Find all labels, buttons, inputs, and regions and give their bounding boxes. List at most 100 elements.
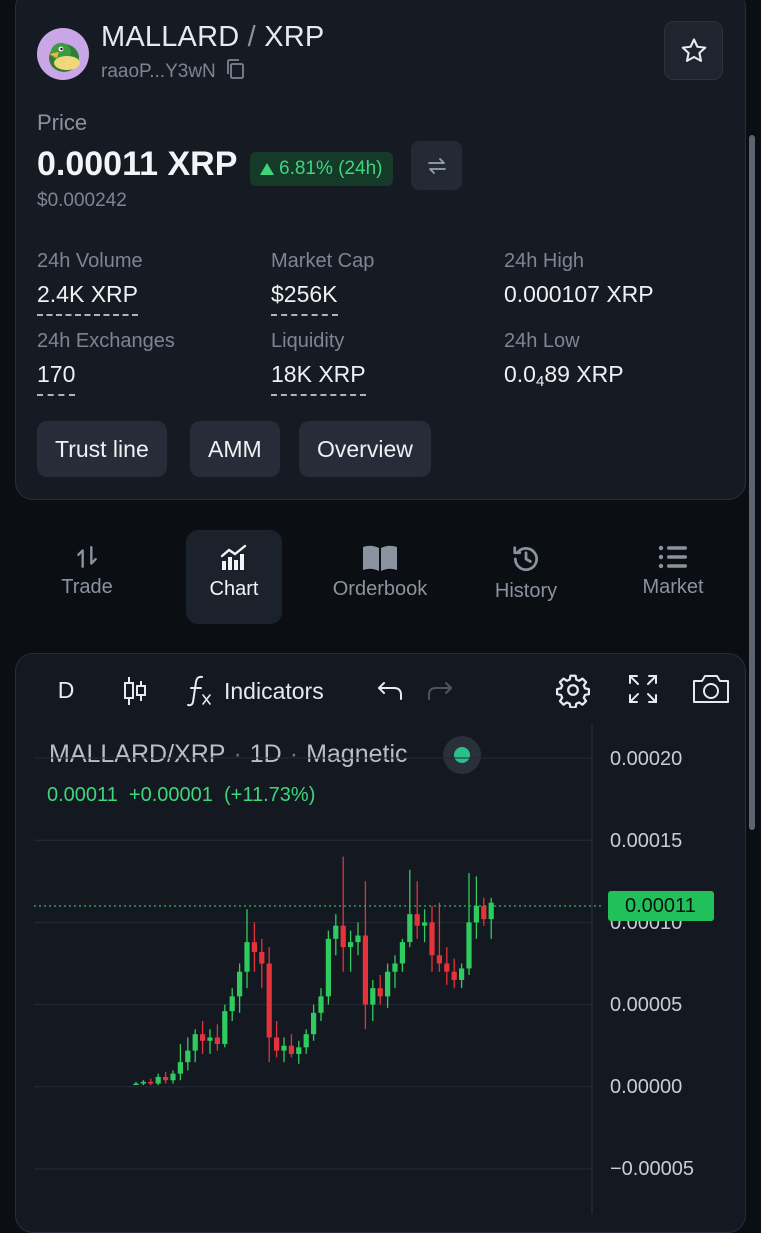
candle-body: [422, 922, 428, 926]
copy-icon[interactable]: [224, 58, 246, 86]
swap-arrows-icon: [427, 157, 446, 174]
book-icon: [363, 545, 397, 571]
candle-body: [488, 902, 494, 920]
bar-chart-icon: [220, 544, 247, 570]
y-tick-label: 0.00020: [610, 748, 683, 770]
pair-title: MALLARD / XRP: [101, 21, 324, 54]
candle-body: [303, 1034, 309, 1048]
price-change-text: 6.81% (24h): [279, 158, 383, 179]
y-tick-label: 0.00015: [610, 830, 683, 852]
tab-trade[interactable]: Trade: [39, 530, 135, 624]
tab-chart[interactable]: Chart: [186, 530, 282, 624]
base-symbol: MALLARD: [101, 21, 240, 53]
overview-button[interactable]: Overview: [299, 421, 431, 477]
candle-body: [251, 942, 257, 952]
candle-body: [399, 942, 405, 964]
volume-label: 24h Volume: [37, 250, 143, 272]
trust-line-button[interactable]: Trust line: [37, 421, 167, 477]
exchanges-label: 24h Exchanges: [37, 330, 175, 352]
candle-body: [259, 951, 265, 964]
star-icon: [681, 37, 706, 62]
price-value: 0.00011 XRP: [37, 145, 238, 183]
page-scrollbar[interactable]: [749, 135, 755, 830]
candle-body: [473, 905, 479, 923]
candle-body: [362, 935, 368, 1005]
candle-body: [237, 971, 243, 997]
candle-body: [274, 1037, 280, 1051]
candle-body: [266, 963, 272, 1038]
candle-body: [207, 1037, 213, 1041]
usd-price: $0.000242: [37, 190, 127, 211]
candle-body: [436, 955, 442, 964]
issuer-address: raaoP...Y3wN: [101, 58, 246, 86]
duck-logo-icon: [49, 43, 80, 72]
y-tick-label: 0.00005: [610, 994, 683, 1016]
candle-body: [407, 914, 413, 943]
volume-value[interactable]: 2.4K XRP: [37, 281, 138, 316]
candle-body: [444, 963, 450, 972]
last-price-tag: 0.00011: [608, 891, 714, 921]
triangle-up-icon: [260, 163, 274, 175]
pair-separator: /: [247, 21, 256, 53]
tab-market-label: Market: [642, 576, 704, 598]
candle-body: [385, 971, 391, 997]
mcap-label: Market Cap: [271, 250, 375, 272]
y-tick-label: 0.00000: [610, 1076, 683, 1098]
candle-body: [177, 1062, 183, 1074]
candle-body: [348, 942, 354, 948]
tab-orderbook[interactable]: Orderbook: [332, 530, 428, 624]
candle-body: [214, 1037, 220, 1045]
candle-body: [170, 1073, 176, 1081]
high-label: 24h High: [504, 250, 585, 272]
candle-body: [296, 1047, 302, 1054]
favorite-button[interactable]: [664, 21, 723, 80]
candle-body: [414, 914, 420, 926]
tab-history-label: History: [494, 580, 558, 602]
candle-body: [140, 1081, 146, 1084]
exchanges-value[interactable]: 170: [37, 361, 76, 396]
token-avatar: [37, 28, 89, 80]
candle-body: [244, 942, 250, 972]
candle-body: [200, 1034, 206, 1041]
high-value: 0.000107 XRP: [504, 281, 654, 307]
address-text: raaoP...Y3wN: [101, 61, 216, 82]
candle-body: [325, 938, 331, 997]
low-label: 24h Low: [504, 330, 580, 352]
liquidity-value[interactable]: 18K XRP: [271, 361, 366, 396]
candle-body: [229, 996, 235, 1012]
quote-symbol: XRP: [264, 21, 325, 53]
candle-body: [311, 1012, 317, 1035]
tab-trade-label: Trade: [61, 576, 113, 598]
history-icon: [513, 546, 538, 571]
trade-arrows-icon: [77, 546, 97, 568]
chart-panel: D Indicators MALLARD/XRP · 1D · Magnetic…: [15, 653, 746, 1233]
amm-button[interactable]: AMM: [190, 421, 280, 477]
price-change-badge: 6.81% (24h): [250, 152, 393, 186]
tab-chart-label: Chart: [209, 578, 259, 600]
mcap-value[interactable]: $256K: [271, 281, 338, 316]
candle-body: [333, 925, 339, 939]
list-icon: [658, 545, 687, 569]
candle-body: [451, 971, 457, 980]
candle-body: [481, 905, 487, 920]
tab-market[interactable]: Market: [625, 530, 721, 624]
candle-body: [288, 1045, 294, 1054]
candle-body: [377, 988, 383, 997]
candle-body: [318, 996, 324, 1013]
candle-body: [459, 968, 465, 980]
candle-body: [222, 1011, 228, 1045]
candle-body: [148, 1081, 154, 1084]
candle-body: [281, 1045, 287, 1051]
candle-body: [340, 925, 346, 948]
y-tick-label: −0.00005: [610, 1158, 694, 1180]
candle-body: [192, 1034, 198, 1051]
liquidity-label: Liquidity: [271, 330, 345, 352]
candle-body: [466, 922, 472, 969]
candle-body: [370, 988, 376, 1005]
low-value: 0.0489 XRP: [504, 361, 624, 390]
candle-body: [133, 1083, 139, 1086]
candle-body: [355, 935, 361, 943]
swap-currency-button[interactable]: [411, 141, 462, 190]
candle-body: [429, 922, 435, 956]
tab-history[interactable]: History: [478, 530, 574, 624]
